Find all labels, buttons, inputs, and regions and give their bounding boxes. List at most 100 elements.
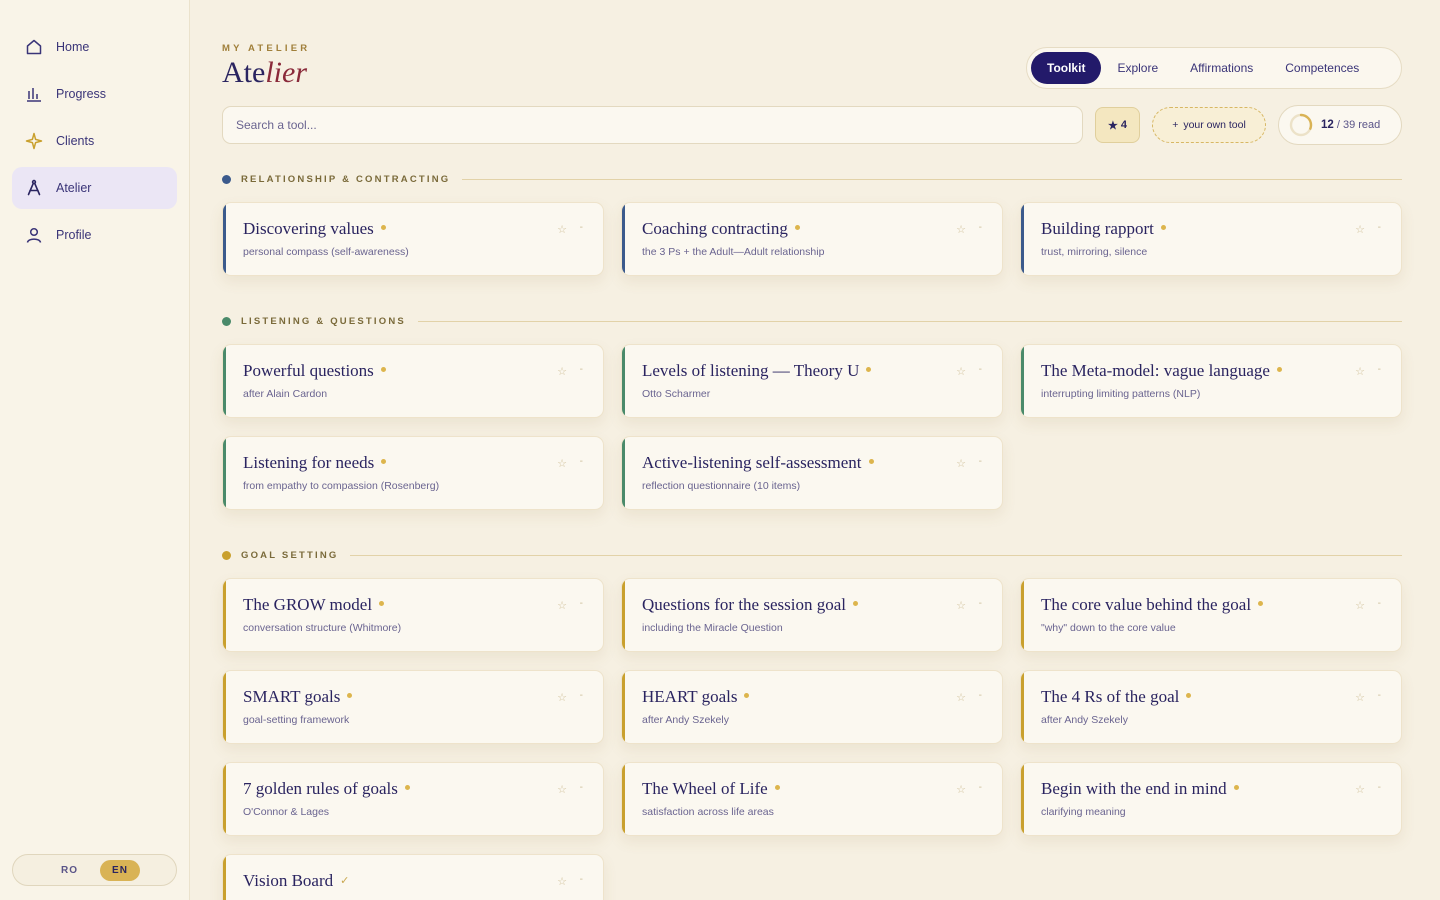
tool-card[interactable]: The 4 Rs of the goal after Andy Szekely ☆ - (1020, 670, 1402, 744)
favorite-star-icon[interactable]: ☆ (1355, 691, 1365, 704)
card-accent-bar (223, 671, 226, 743)
card-menu-dash[interactable]: - (979, 456, 982, 467)
favorite-star-icon[interactable]: ☆ (1355, 783, 1365, 796)
card-subtitle: Otto Scharmer (642, 388, 711, 400)
favorite-star-icon[interactable]: ☆ (557, 691, 567, 704)
favorite-star-icon[interactable]: ☆ (557, 599, 567, 612)
card-menu-dash[interactable]: - (979, 364, 982, 375)
favorite-star-icon[interactable]: ☆ (557, 457, 567, 470)
card-menu-dash[interactable]: - (979, 782, 982, 793)
favorite-star-icon[interactable]: ☆ (956, 691, 966, 704)
card-menu-dash[interactable]: - (1378, 222, 1381, 233)
card-subtitle: including the Miracle Question (642, 622, 783, 634)
new-indicator-dot (1186, 692, 1192, 698)
tool-card[interactable]: The core value behind the goal "why" down… (1020, 578, 1402, 652)
read-count: 12 (1321, 119, 1334, 131)
card-title: Discovering values (243, 219, 386, 239)
favorite-star-icon[interactable]: ☆ (956, 457, 966, 470)
card-menu-dash[interactable]: - (580, 456, 583, 467)
sidebar-item-label: Progress (56, 87, 107, 101)
sidebar-item-profile[interactable]: Profile (12, 214, 177, 256)
sidebar-item-home[interactable]: Home (12, 26, 177, 68)
card-title-text: Discovering values (243, 219, 374, 238)
new-indicator-dot (866, 366, 872, 372)
favorite-star-icon[interactable]: ☆ (956, 365, 966, 378)
tool-card[interactable]: The Meta-model: vague language interrupti… (1020, 344, 1402, 418)
tab-toolkit[interactable]: Toolkit (1031, 52, 1102, 84)
favorite-star-icon[interactable]: ☆ (956, 599, 966, 612)
tool-card[interactable]: The Wheel of Life satisfaction across lif… (621, 762, 1003, 836)
favorite-star-icon[interactable]: ☆ (557, 783, 567, 796)
favorite-star-icon[interactable]: ☆ (557, 365, 567, 378)
card-subtitle: satisfaction across life areas (642, 806, 774, 818)
tool-card[interactable]: Coaching contracting the 3 Ps + the Adult… (621, 202, 1003, 276)
favorite-star-icon[interactable]: ☆ (557, 223, 567, 236)
tab-competences[interactable]: Competences (1269, 52, 1375, 84)
tool-card[interactable]: Discovering values personal compass (self… (222, 202, 604, 276)
tool-card[interactable]: Active-listening self-assessment reflecti… (621, 436, 1003, 510)
sidebar-item-label: Atelier (56, 181, 92, 195)
tool-card[interactable]: Questions for the session goal including … (621, 578, 1003, 652)
card-menu-dash[interactable]: - (979, 690, 982, 701)
tool-card[interactable]: Vision Board ✓ ☆ - (222, 854, 604, 900)
card-menu-dash[interactable]: - (580, 222, 583, 233)
card-title-text: The 4 Rs of the goal (1041, 687, 1180, 706)
card-accent-bar (1021, 345, 1024, 417)
card-menu-dash[interactable]: - (580, 690, 583, 701)
compass-icon (24, 178, 44, 198)
card-menu-dash[interactable]: - (1378, 364, 1381, 375)
card-menu-dash[interactable]: - (580, 874, 583, 885)
favorite-star-icon[interactable]: ☆ (1355, 365, 1365, 378)
card-subtitle: the 3 Ps + the Adult—Adult relationship (642, 246, 825, 258)
section-dot (222, 174, 231, 184)
card-menu-dash[interactable]: - (1378, 690, 1381, 701)
card-accent-bar (622, 579, 625, 651)
favorite-star-icon[interactable]: ☆ (1355, 599, 1365, 612)
page-title: Atelier (222, 56, 307, 90)
card-menu-dash[interactable]: - (979, 598, 982, 609)
card-menu-dash[interactable]: - (1378, 782, 1381, 793)
lang-en-button[interactable]: EN (100, 859, 140, 881)
tool-card[interactable]: The GROW model conversation structure (Wh… (222, 578, 604, 652)
new-indicator-dot (380, 224, 386, 230)
card-menu-dash[interactable]: - (580, 364, 583, 375)
tool-card[interactable]: 7 golden rules of goals O'Connor & Lages ☆… (222, 762, 604, 836)
card-title-text: Vision Board (243, 871, 334, 890)
favorite-star-icon[interactable]: ☆ (956, 223, 966, 236)
sidebar-item-progress[interactable]: Progress (12, 73, 177, 115)
tool-card[interactable]: Listening for needs from empathy to compa… (222, 436, 604, 510)
card-accent-bar (223, 345, 226, 417)
lang-ro-button[interactable]: RO (49, 860, 90, 881)
card-menu-dash[interactable]: - (1378, 598, 1381, 609)
card-menu-dash[interactable]: - (580, 782, 583, 793)
tool-card[interactable]: HEART goals after Andy Szekely ☆ - (621, 670, 1003, 744)
tool-card[interactable]: Powerful questions after Alain Cardon ☆ - (222, 344, 604, 418)
tool-card[interactable]: SMART goals goal-setting framework ☆ - (222, 670, 604, 744)
search-input[interactable] (222, 106, 1083, 144)
card-title: Begin with the end in mind (1041, 779, 1239, 799)
sidebar-nav: Home Progress Clients Atelier Profile (0, 0, 189, 256)
card-title: Listening for needs (243, 453, 387, 473)
favorite-star-icon[interactable]: ☆ (956, 783, 966, 796)
card-subtitle: "why" down to the core value (1041, 622, 1176, 634)
card-title-text: Questions for the session goal (642, 595, 846, 614)
read-total: / 39 read (1336, 119, 1381, 131)
sidebar-item-clients[interactable]: Clients (12, 120, 177, 162)
card-title-text: Coaching contracting (642, 219, 788, 238)
tool-card[interactable]: Begin with the end in mind clarifying mea… (1020, 762, 1402, 836)
add-own-tool-button[interactable]: + your own tool (1152, 107, 1266, 143)
favorites-filter-button[interactable]: ★ 4 (1095, 107, 1140, 143)
card-subtitle: personal compass (self-awareness) (243, 246, 409, 258)
tab-affirmations[interactable]: Affirmations (1174, 52, 1269, 84)
plus-icon: + (1172, 119, 1179, 131)
progress-ring-icon (1289, 113, 1313, 137)
card-accent-bar (223, 203, 226, 275)
favorite-star-icon[interactable]: ☆ (557, 875, 567, 888)
tool-card[interactable]: Levels of listening — Theory U Otto Schar… (621, 344, 1003, 418)
tab-explore[interactable]: Explore (1101, 52, 1174, 84)
tool-card[interactable]: Building rapport trust, mirroring, silenc… (1020, 202, 1402, 276)
card-menu-dash[interactable]: - (979, 222, 982, 233)
favorite-star-icon[interactable]: ☆ (1355, 223, 1365, 236)
card-menu-dash[interactable]: - (580, 598, 583, 609)
sidebar-item-atelier[interactable]: Atelier (12, 167, 177, 209)
